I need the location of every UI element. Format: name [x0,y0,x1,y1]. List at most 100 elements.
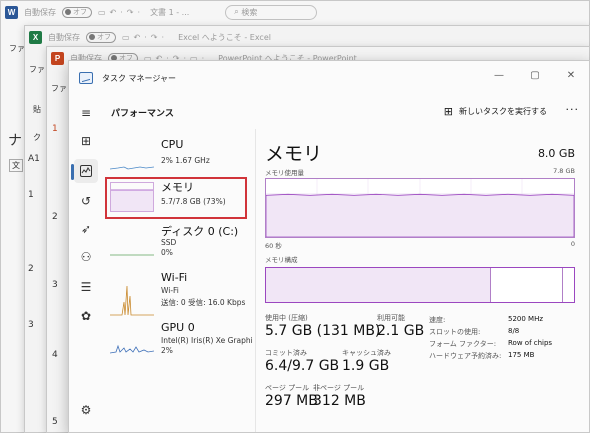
excel-ribbon-tab[interactable]: ファ [29,64,45,75]
memory-usage-graph [265,178,575,238]
in-use-label: 使用中 (圧縮) [265,314,308,322]
close-icon[interactable]: ✕ [553,61,589,89]
nav-rail: ≡ ⊞ ↺ ➶ ⚇ ☰ ✿ ⚙ [69,95,103,432]
powerpoint-slide-1[interactable]: 1 [52,124,58,134]
perf-item-cpu[interactable]: CPU 2% 1.67 GHz [105,136,247,178]
excel-autosave-label: 自動保存 [48,32,80,42]
excel-paste-fragment: 貼 [33,105,41,114]
word-app-icon: W [5,5,18,19]
app-history-icon[interactable]: ↺ [74,189,98,213]
task-manager-window: タスク マネージャー — ▢ ✕ ≡ ⊞ ↺ ➶ ⚇ ☰ ✿ ⚙ パフォーマンス… [68,60,590,433]
excel-doc-title: Excel へようこそ - Excel [178,32,271,42]
hardware-reserved-value: 175 MB [508,351,535,359]
powerpoint-app-icon: P [51,51,64,65]
slots-value: 8/8 [508,327,520,335]
speed-label: 速度: [429,316,446,324]
perf-item-detail: Intel(R) Iris(R) Xe Graphi [161,336,253,345]
perf-item-detail: 5.7/7.8 GB (73%) [161,197,226,206]
word-quick-access-icons: ▭↶·↷· [98,7,145,17]
in-use-value: 5.7 GB (131 MB) [265,323,381,339]
perf-item-detail-2: 0% [161,248,173,257]
perf-item-memory[interactable]: メモリ 5.7/7.8 GB (73%) [105,177,247,219]
memory-pane: メモリ 8.0 GB メモリ使用量 7.8 GB 60 秒 0 メモリ構成 使用… [265,129,575,432]
excel-namebox[interactable]: A1 [28,154,40,164]
users-icon[interactable]: ⚇ [74,245,98,269]
word-titlebar: W 自動保存 オフ ▭↶·↷· 文書 1 - ... ⌕ 検索 [1,1,589,23]
services-icon[interactable]: ✿ [74,304,98,328]
gpu-thumbnail [110,344,154,354]
wifi-thumbnail [110,285,154,316]
performance-list: CPU 2% 1.67 GHz メモリ 5.7/7.8 GB (73%) ディス… [103,129,256,432]
cpu-thumbnail [110,166,154,170]
powerpoint-slide-3[interactable]: 3 [52,280,58,290]
perf-item-wifi[interactable]: Wi-Fi Wi-Fi 送信: 0 受信: 16.0 Kbps [105,269,247,321]
perf-item-disk[interactable]: ディスク 0 (C:) SSD 0% [105,221,247,263]
excel-quick-access-icons: ▭↶·↷· [122,32,169,42]
form-factor-label: フォーム ファクター: [429,340,497,348]
perf-item-name: メモリ [161,181,194,194]
committed-label: コミット済み [265,349,307,357]
slots-label: スロットの使用: [429,328,481,336]
excel-app-icon: X [29,30,42,44]
excel-autosave-toggle[interactable]: オフ [86,31,116,43]
available-label: 利用可能 [377,314,405,322]
perf-item-name: Wi-Fi [161,271,188,284]
processes-icon[interactable]: ⊞ [74,129,98,153]
hamburger-menu-icon[interactable]: ≡ [74,101,98,125]
memory-composition-label: メモリ構成 [265,256,298,264]
graph-time-left: 60 秒 [265,242,282,250]
memory-title: メモリ [265,143,323,165]
excel-row-1: 1 [28,190,34,200]
memory-usage-label: メモリ使用量 [265,169,304,177]
powerpoint-slide-5[interactable]: 5 [52,417,58,427]
startup-apps-icon[interactable]: ➶ [74,217,98,241]
disk-thumbnail [110,254,154,256]
graph-time-right: 0 [570,240,575,248]
window-controls: — ▢ ✕ [481,61,589,89]
word-autosave-toggle[interactable]: オフ [62,6,92,18]
run-task-icon: ⊞ [443,105,453,118]
perf-item-name: ディスク 0 (C:) [161,225,239,238]
settings-icon[interactable]: ⚙ [74,398,98,422]
committed-value: 6.4/9.7 GB [265,358,340,374]
excel-row-3: 3 [28,320,34,330]
memory-usage-max: 7.8 GB [553,167,575,175]
perf-item-detail: Wi-Fi [161,286,179,295]
details-icon[interactable]: ☰ [74,275,98,299]
run-new-task-label: 新しいタスクを実行する [459,107,547,116]
word-search-box[interactable]: ⌕ 検索 [225,4,318,20]
powerpoint-ribbon-tab[interactable]: ファ [51,83,67,94]
paged-pool-value: 297 MB [265,393,318,409]
perf-item-gpu[interactable]: GPU 0 Intel(R) Iris(R) Xe Graphi 2% [105,319,253,361]
excel-titlebar: X 自動保存 オフ ▭↶·↷· Excel へようこそ - Excel [25,26,589,48]
more-options-icon[interactable]: ··· [566,103,580,116]
task-manager-app-icon [79,72,93,84]
task-manager-title: タスク マネージャー [102,73,176,83]
nonpaged-pool-value: 312 MB [313,393,366,409]
nonpaged-pool-label: 非ページ プール [313,384,365,392]
maximize-icon[interactable]: ▢ [517,61,553,89]
word-style-fragment: 文 [9,159,23,172]
run-new-task-button[interactable]: ⊞ 新しいタスクを実行する [444,105,547,118]
perf-item-detail: SSD [161,238,177,247]
word-heading-fragment: ナ [8,133,22,149]
memory-total: 8.0 GB [537,147,575,160]
perf-item-name: CPU [161,138,184,151]
word-autosave-label: 自動保存 [24,7,56,17]
minimize-icon[interactable]: — [481,61,517,89]
powerpoint-slide-4[interactable]: 4 [52,350,58,360]
cached-label: キャッシュ済み [342,349,391,357]
excel-clipboard-fragment: ク [33,133,41,142]
perf-item-detail: 2% 1.67 GHz [161,156,210,165]
speed-value: 5200 MHz [508,315,544,323]
powerpoint-slide-2[interactable]: 2 [52,212,58,222]
memory-composition-bar [265,267,575,303]
cached-value: 1.9 GB [342,358,390,374]
paged-pool-label: ページ プール [265,384,310,392]
performance-icon[interactable] [74,159,98,183]
form-factor-value: Row of chips [508,339,553,347]
perf-item-name: GPU 0 [161,321,195,334]
word-ribbon-tab[interactable]: ファ [9,43,25,54]
perf-item-detail-2: 2% [161,346,173,355]
composition-in-use [266,268,491,302]
